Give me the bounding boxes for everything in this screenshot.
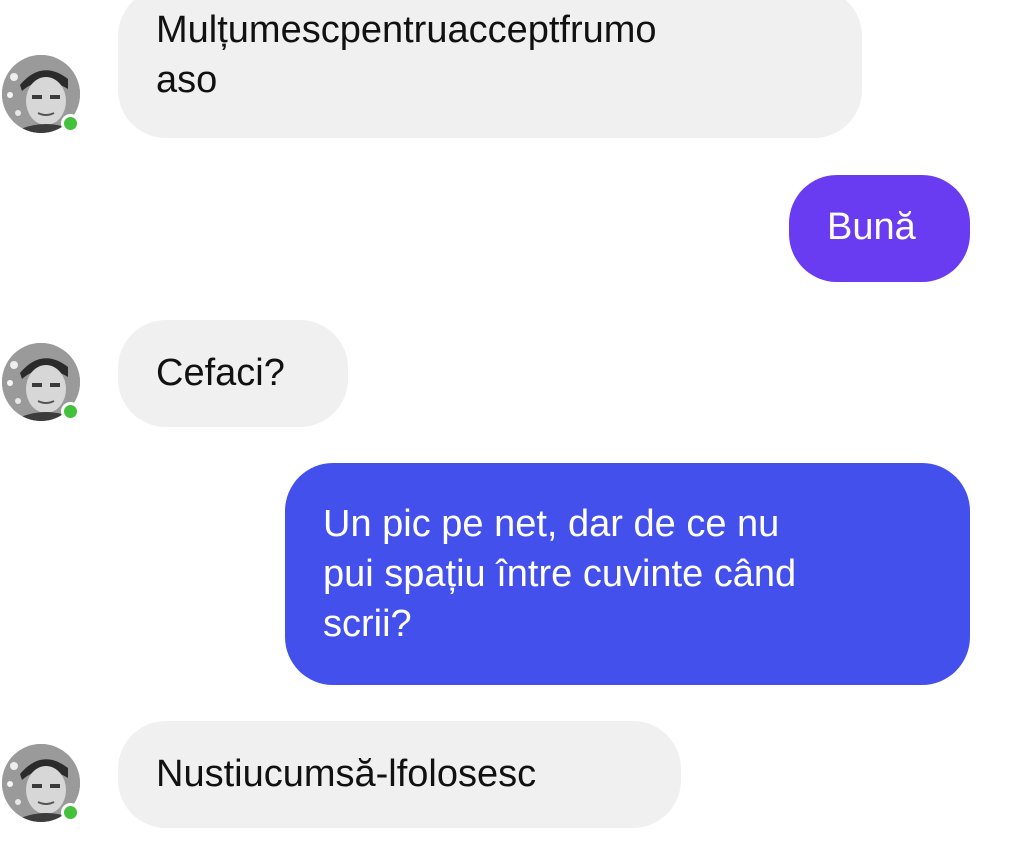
message-text-line: Mulțumescpentruacceptfrumo <box>156 9 657 51</box>
outgoing-message-bubble[interactable]: Bună <box>789 175 970 282</box>
message-text-line: Nustiucumsă-lfolosesc <box>156 753 537 795</box>
message-text-line: Bună <box>827 206 916 248</box>
message-text-line: Cefaci? <box>156 352 285 394</box>
incoming-message-bubble[interactable]: Mulțumescpentruacceptfrumo aso <box>118 0 862 138</box>
contact-avatar[interactable] <box>2 744 80 822</box>
incoming-message-bubble[interactable]: Nustiucumsă-lfolosesc <box>118 721 681 828</box>
message-text-line: pui spațiu între cuvinte când <box>323 553 797 595</box>
message-text-line: scrii? <box>323 603 412 645</box>
incoming-message-bubble[interactable]: Cefaci? <box>118 320 348 427</box>
online-status-dot <box>61 803 80 822</box>
outgoing-message-bubble[interactable]: Un pic pe net, dar de ce nu pui spațiu î… <box>285 463 970 685</box>
contact-avatar[interactable] <box>2 343 80 421</box>
message-text-line: Un pic pe net, dar de ce nu <box>323 503 780 545</box>
contact-avatar[interactable] <box>2 55 80 133</box>
online-status-dot <box>61 114 80 133</box>
message-text-line: aso <box>156 59 218 101</box>
online-status-dot <box>61 402 80 421</box>
